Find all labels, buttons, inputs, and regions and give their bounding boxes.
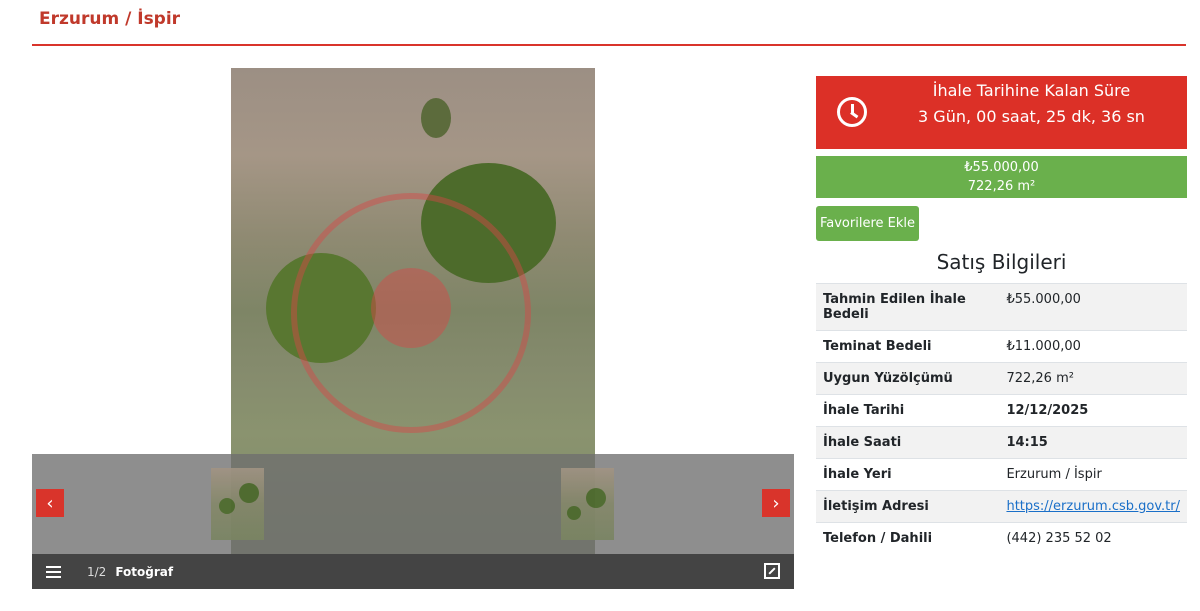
photo-label: Fotoğraf — [115, 564, 174, 579]
row-value: 12/12/2025 — [999, 394, 1187, 427]
row-value: ₺11.000,00 — [999, 330, 1187, 363]
table-row: İhale Saati 14:15 — [816, 426, 1187, 459]
row-label: İhale Saati — [816, 426, 1000, 459]
row-label: İletişim Adresi — [816, 490, 1000, 523]
table-row: Teminat Bedeli ₺11.000,00 — [816, 330, 1187, 363]
row-label: Telefon / Dahili — [816, 522, 1000, 554]
row-label: İhale Tarihi — [816, 394, 1000, 427]
thumb-tree — [567, 506, 581, 520]
countdown-banner: İhale Tarihine Kalan Süre 3 Gün, 00 saat… — [816, 76, 1187, 149]
thumb-tree — [219, 498, 235, 514]
prev-photo-button[interactable]: ‹ — [36, 489, 64, 517]
table-row: İhale Yeri Erzurum / İspir — [816, 458, 1187, 491]
price-amount: ₺55.000,00 — [964, 160, 1039, 175]
row-label: Uygun Yüzölçümü — [816, 362, 1000, 395]
table-row: Tahmin Edilen İhale Bedeli ₺55.000,00 — [816, 283, 1187, 331]
gallery-toolbar: 1/2 Fotoğraf — [32, 554, 794, 589]
price-summary: ₺55.000,00 722,26 m² — [816, 156, 1187, 198]
countdown-value: 3 Gün, 00 saat, 25 dk, 36 sn — [918, 107, 1145, 126]
thumb-tree — [239, 483, 259, 503]
row-label: Teminat Bedeli — [816, 330, 1000, 363]
row-value: 14:15 — [999, 426, 1187, 459]
row-value: (442) 235 52 02 — [999, 522, 1187, 554]
thumbnail-1[interactable] — [211, 468, 264, 540]
table-row: Telefon / Dahili (442) 235 52 02 — [816, 522, 1187, 554]
title-divider — [32, 44, 1186, 46]
photo-counter: 1/2 — [87, 564, 107, 579]
contact-address-link[interactable]: https://erzurum.csb.gov.tr/ — [1006, 499, 1180, 514]
photo-tree — [421, 98, 451, 138]
table-row: Uygun Yüzölçümü 722,26 m² — [816, 362, 1187, 395]
page-title: Erzurum / İspir — [39, 9, 181, 29]
row-label: Tahmin Edilen İhale Bedeli — [816, 283, 1000, 331]
add-favorite-button[interactable]: Favorilere Ekle — [816, 206, 919, 241]
table-row: İletişim Adresi https://erzurum.csb.gov.… — [816, 490, 1187, 523]
row-value: Erzurum / İspir — [999, 458, 1187, 491]
photo-gallery: ‹ › 1/2 Fotoğraf — [32, 68, 794, 589]
price-area: 722,26 m² — [967, 179, 1036, 194]
chevron-left-icon: ‹ — [46, 492, 54, 514]
chevron-right-icon: › — [772, 492, 780, 514]
next-photo-button[interactable]: › — [762, 489, 790, 517]
sales-info-table: Tahmin Edilen İhale Bedeli ₺55.000,00 Te… — [816, 283, 1187, 554]
sales-info-title: Satış Bilgileri — [936, 250, 1067, 274]
list-icon[interactable] — [46, 565, 61, 578]
thumbnail-2[interactable] — [561, 468, 614, 540]
row-label: İhale Yeri — [816, 458, 1000, 491]
row-value: ₺55.000,00 — [999, 283, 1187, 331]
thumb-tree — [586, 488, 606, 508]
clock-icon — [837, 97, 867, 127]
watermark-seal-center — [371, 268, 451, 348]
row-value: 722,26 m² — [999, 362, 1187, 395]
table-row: İhale Tarihi 12/12/2025 — [816, 394, 1187, 427]
countdown-title: İhale Tarihine Kalan Süre — [932, 81, 1131, 100]
fullscreen-icon[interactable] — [764, 563, 780, 579]
thumbnail-strip: ‹ › — [32, 454, 794, 554]
